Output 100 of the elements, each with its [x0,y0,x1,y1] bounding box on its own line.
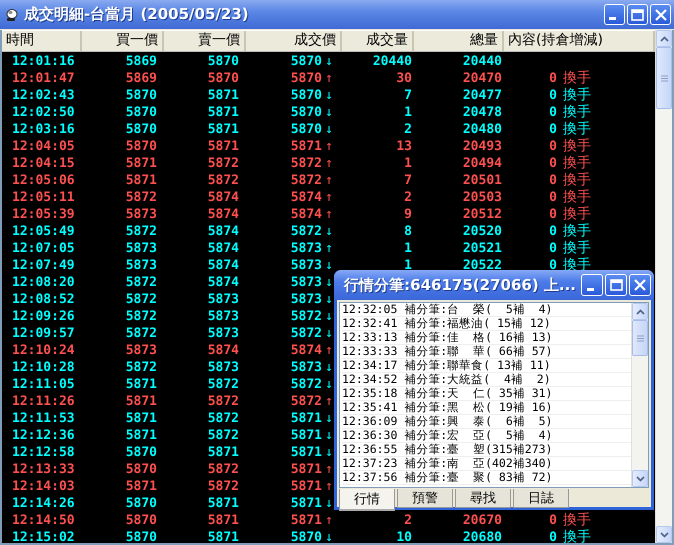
table-cell-text: 5872 [206,155,239,172]
table-cell-text: 12:15:02 [12,529,76,543]
table-cell-text: 0 [548,512,557,529]
table-cell-text: 換手 [562,206,592,223]
table-cell-text: 5871 [206,444,239,461]
table-cell-text: 12:11:05 [12,376,76,393]
window-title: 行情分筆:646175(27066) 上... [344,275,576,296]
table-cell-text: 0 [548,189,557,206]
tab[interactable]: 日誌 [513,489,569,508]
message-line: 12:34:52 補分筆:大統益( 4補 2) [342,373,631,387]
trend-arrow: ↑ [324,342,334,359]
table-cell-text: 5871 [124,155,157,172]
table-cell-text: 5871 [290,410,322,427]
table-cell-text: 5873 [124,240,157,257]
table-cell-text: 5870 [124,461,157,478]
scroll-up-button[interactable] [632,303,648,320]
trend-arrow: ↓ [324,325,334,342]
table-cell-text: 5870 [290,529,322,543]
table-cell-text: 5871 [206,529,239,543]
message-line: 12:36:09 補分筆:興 泰( 6補 5) [342,415,631,429]
table-cell-text: 5872 [206,393,239,410]
table-cell-text: 5873 [206,308,239,325]
table-cell-text: 5874 [206,274,239,291]
table-cell-text: 5872 [206,461,239,478]
table-cell-text: 12:05:06 [12,172,76,189]
table-cell-text: 5872 [206,478,239,495]
chevron-up-icon [660,36,668,42]
table-cell-text: 5871 [124,410,157,427]
table-cell-text: 5872 [290,155,322,172]
table-cell-text: 12:01:16 [12,53,76,70]
table-cell-text: 換手 [562,155,592,172]
trend-arrow: ↓ [324,223,334,240]
table-cell-text: 5872 [124,325,157,342]
table-cell-text: 5871 [124,478,157,495]
minimize-icon [609,17,616,20]
table-cell-text: 5872 [124,291,157,308]
chevron-down-icon [636,476,644,482]
table-cell-text: 5873 [290,257,322,274]
table-cell-text: 5871 [290,461,322,478]
table-cell-text: 5871 [290,512,322,529]
trend-arrow: ↓ [324,495,334,512]
trend-arrow: ↑ [324,512,334,529]
table-cell-text: 5874 [206,206,239,223]
message-line: 12:37:23 補分筆:南 亞(402補340) [342,457,631,471]
close-icon [654,8,666,20]
app-icon [6,8,18,20]
table-cell-text: 5871 [206,121,239,138]
table-cell-text: 換手 [562,223,592,240]
table-cell-text: 20501 [462,172,502,189]
window-title: 成交明細-台當月 (2005/05/23) [24,4,250,25]
close-button[interactable] [650,4,671,25]
table-cell-text: 12:10:28 [12,359,76,376]
scroll-up-button[interactable] [656,30,672,47]
table-cell-text: 20470 [462,70,502,87]
scroll-down-button[interactable] [656,526,672,543]
table-cell-text: 5873 [206,325,239,342]
table-cell-text: 12:14:03 [12,478,76,495]
table-cell-text: 12:02:50 [12,104,76,121]
table-cell-text: 12:07:49 [12,257,76,274]
table-cell-text: 20520 [462,223,502,240]
trend-arrow: ↓ [324,427,334,444]
table-cell-text: 5872 [124,308,157,325]
scroll-thumb[interactable] [632,320,648,356]
grip-icon [636,334,644,342]
trend-arrow: ↑ [324,240,334,257]
table-cell-text: 12:11:26 [12,393,76,410]
table-cell-text: 5869 [124,70,157,87]
trend-arrow: ↓ [324,308,334,325]
table-cell-text: 換手 [562,512,592,529]
table-cell-text: 5870 [290,121,322,138]
table-cell-text: 1 [403,240,412,257]
table-cell-text: 5870 [206,53,239,70]
maximize-button[interactable] [605,274,627,296]
close-button[interactable] [629,274,651,296]
table-cell-text: 5871 [290,444,322,461]
scroll-thumb[interactable] [656,47,672,109]
table-cell-text: 0 [548,172,557,189]
table-cell-text: 5873 [206,291,239,308]
minimize-button[interactable] [581,274,603,296]
table-cell-text: 換手 [562,189,592,206]
table-cell-text: 5872 [124,359,157,376]
trend-arrow: ↓ [324,410,334,427]
tab[interactable]: 尋找 [455,489,511,508]
maximize-button[interactable] [627,4,648,25]
table-cell-text: 20670 [462,512,502,529]
table-cell-text: 換手 [562,172,592,189]
tab[interactable]: 行情 [339,489,395,511]
table-cell-text: 5874 [206,189,239,206]
message-line: 12:33:33 補分筆:聯 華( 66補 57) [342,345,631,359]
tab[interactable]: 預警 [397,489,453,508]
table-cell-text: 5874 [290,206,322,223]
minimize-button[interactable] [604,4,625,25]
scroll-down-button[interactable] [632,470,648,487]
table-cell-text: 20477 [462,87,502,104]
table-cell-text: 換手 [562,87,592,104]
table-cell-text: 1 [403,104,412,121]
table-cell-text: 5873 [290,359,322,376]
trend-arrow: ↓ [324,257,334,274]
table-cell-text: 5874 [290,189,322,206]
table-cell-text: 5870 [124,138,157,155]
